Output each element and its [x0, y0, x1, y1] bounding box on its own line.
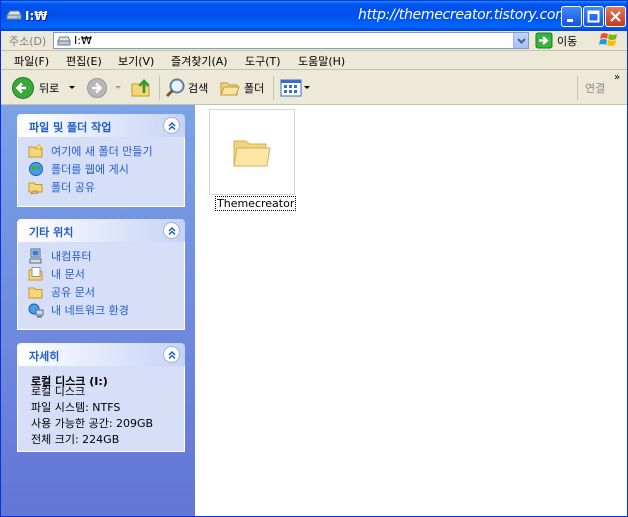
folders-label: 폴더 [244, 82, 265, 95]
share-folder-icon [28, 182, 43, 195]
folder-name[interactable]: Themecreator [215, 196, 297, 211]
links-label[interactable]: 연결 [585, 80, 605, 96]
views-button[interactable] [280, 75, 310, 101]
collapse-button[interactable] [163, 346, 180, 363]
place-shared-documents[interactable]: 공유 문서 [28, 284, 95, 300]
menu-tools[interactable]: 도구(T) [245, 53, 281, 69]
forward-arrow-icon [87, 78, 107, 98]
collapse-icon [168, 121, 176, 131]
place-label: 내 문서 [51, 268, 85, 281]
address-dropdown[interactable] [513, 33, 528, 48]
search-label: 검색 [188, 82, 209, 95]
back-arrow-icon [12, 77, 34, 99]
task-new-folder[interactable]: 여기에 새 폴더 만들기 [28, 143, 153, 159]
details-title: 자세히 [29, 350, 60, 363]
toolbar-separator [273, 76, 274, 100]
new-folder-icon [28, 143, 43, 158]
menu-view[interactable]: 보기(V) [118, 53, 154, 69]
views-dropdown-icon[interactable] [304, 86, 310, 90]
search-icon [165, 78, 185, 98]
menu-edit[interactable]: 편집(E) [66, 53, 102, 69]
menu-bar: 파일(F) 편집(E) 보기(V) 즐겨찾기(A) 도구(T) 도움말(H) [1, 50, 627, 69]
my-documents-icon [28, 267, 43, 281]
details-free-space: 사용 가능한 공간: 209GB [31, 417, 154, 430]
maximize-icon [587, 10, 600, 23]
place-my-computer[interactable]: 내컴퓨터 [28, 248, 91, 264]
forward-dropdown-icon[interactable] [115, 86, 121, 90]
folders-icon [220, 82, 240, 96]
details-filesystem: 파일 시스템: NTFS [31, 401, 121, 414]
up-folder-icon [131, 79, 150, 97]
task-label: 폴더를 웹에 게시 [51, 163, 129, 176]
close-button[interactable] [605, 6, 626, 27]
file-tasks-panel: 여기에 새 폴더 만들기 폴더를 웹에 게시 폴더 공유 [17, 137, 185, 207]
address-label: 주소(D) [9, 35, 47, 48]
window-title: I:₩ [25, 9, 48, 23]
address-value: I:₩ [74, 34, 92, 47]
minimize-button[interactable] [561, 6, 582, 27]
place-label: 내컴퓨터 [51, 250, 92, 263]
task-label: 여기에 새 폴더 만들기 [51, 145, 153, 158]
task-publish-web[interactable]: 폴더를 웹에 게시 [28, 161, 129, 177]
collapse-button[interactable] [163, 117, 180, 134]
forward-button[interactable] [86, 75, 121, 101]
folders-button[interactable]: 폴더 [219, 75, 264, 101]
minimize-icon [567, 19, 573, 22]
title-bar[interactable]: I:₩ http://themecreator.tistory.com/ [1, 1, 627, 31]
other-places-panel: 내컴퓨터 내 문서 공유 문서 내 네트워크 환경 [17, 242, 185, 330]
maximize-button[interactable] [583, 6, 604, 27]
drive-icon [6, 10, 22, 20]
close-icon [610, 11, 621, 22]
other-places-title: 기타 위치 [29, 226, 74, 239]
windows-logo-icon [599, 33, 617, 46]
file-tasks-title: 파일 및 폴더 작업 [29, 121, 112, 134]
other-places-header[interactable]: 기타 위치 [17, 219, 185, 242]
collapse-icon [168, 226, 176, 236]
task-pane: 파일 및 폴더 작업 여기에 새 폴더 만들기 폴더를 웹에 게시 폴더 공유 … [1, 105, 195, 516]
watermark-url: http://themecreator.tistory.com/ [358, 7, 573, 23]
back-label: 뒤로 [39, 82, 60, 95]
place-my-documents[interactable]: 내 문서 [28, 266, 85, 282]
go-icon[interactable] [535, 32, 553, 49]
toolbar-chevron-icon[interactable]: » [614, 72, 620, 83]
task-label: 폴더 공유 [51, 181, 95, 194]
search-button[interactable]: 검색 [164, 75, 208, 101]
back-dropdown-icon[interactable] [69, 86, 76, 90]
folder-thumbnail[interactable] [209, 109, 295, 195]
menu-favorites[interactable]: 즐겨찾기(A) [171, 53, 228, 69]
task-share-folder[interactable]: 폴더 공유 [28, 179, 95, 195]
folder-icon [233, 140, 271, 167]
menu-help[interactable]: 도움말(H) [298, 53, 345, 69]
place-network[interactable]: 내 네트워크 환경 [28, 302, 129, 318]
address-bar: 주소(D) I:₩ 이동 [1, 31, 627, 49]
toolbar-separator [577, 76, 578, 100]
up-folder-button[interactable] [129, 75, 153, 101]
menu-file[interactable]: 파일(F) [14, 53, 49, 69]
my-computer-icon [29, 248, 42, 264]
file-tasks-header[interactable]: 파일 및 폴더 작업 [17, 114, 185, 137]
details-panel: 로컬 디스크 (I:) 로컬 디스크 파일 시스템: NTFS 사용 가능한 공… [17, 366, 185, 452]
drive-icon [57, 36, 71, 46]
explorer-window: I:₩ http://themecreator.tistory.com/ 주소(… [0, 0, 628, 517]
details-header[interactable]: 자세히 [17, 343, 185, 366]
details-type: 로컬 디스크 [31, 385, 86, 398]
file-view[interactable]: Themecreator [195, 105, 627, 516]
views-icon [280, 79, 302, 97]
collapse-icon [168, 350, 176, 360]
collapse-button[interactable] [163, 222, 180, 239]
details-total-size: 전체 크기: 224GB [31, 433, 120, 446]
shared-documents-icon [28, 287, 43, 299]
place-label: 내 네트워크 환경 [51, 304, 129, 317]
go-button-label[interactable]: 이동 [557, 33, 577, 49]
network-icon [28, 303, 44, 318]
toolbar: 뒤로 검색 폴더 연결 » [1, 69, 627, 105]
publish-web-icon [29, 162, 43, 176]
address-field[interactable]: I:₩ [53, 32, 529, 49]
back-button[interactable]: 뒤로 [11, 75, 76, 101]
place-label: 공유 문서 [51, 286, 95, 299]
toolbar-separator [159, 76, 160, 100]
chevron-down-icon [517, 38, 526, 44]
